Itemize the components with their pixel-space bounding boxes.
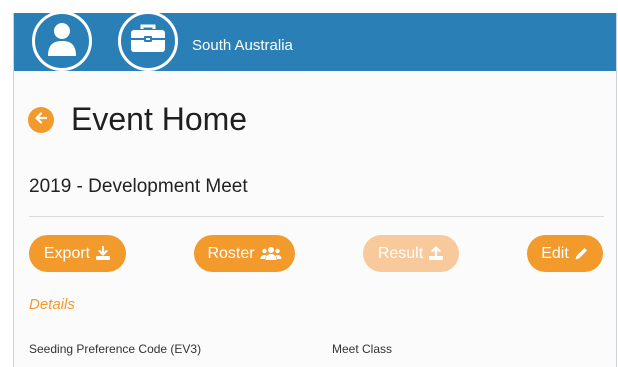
organisation-button[interactable]	[118, 13, 178, 71]
user-icon	[45, 20, 79, 63]
arrow-left-icon	[35, 111, 48, 129]
back-button[interactable]	[28, 106, 54, 133]
result-button[interactable]: Result	[363, 235, 459, 272]
edit-button[interactable]: Edit	[527, 235, 603, 272]
app-header: South Australia	[14, 13, 616, 71]
upload-icon	[428, 246, 444, 261]
divider	[29, 216, 604, 217]
user-profile-button[interactable]	[32, 13, 92, 71]
seeding-preference-label: Seeding Preference Code (EV3)	[29, 342, 202, 356]
users-icon	[260, 246, 282, 261]
event-name: 2019 - Development Meet	[29, 176, 248, 197]
page-title: Event Home	[71, 101, 248, 137]
meet-class-label: Meet Class	[332, 342, 393, 356]
organisation-name: South Australia	[192, 37, 293, 54]
details-heading: Details	[29, 296, 75, 313]
pencil-icon	[574, 246, 589, 261]
edit-button-label: Edit	[541, 244, 569, 262]
briefcase-icon	[129, 22, 167, 61]
page-title-row: Event Home	[28, 101, 247, 138]
export-button[interactable]: Export	[29, 235, 126, 272]
result-button-label: Result	[377, 244, 424, 262]
roster-button[interactable]: Roster	[194, 235, 295, 272]
download-icon	[95, 246, 111, 261]
roster-button-label: Roster	[207, 244, 255, 262]
export-button-label: Export	[43, 244, 91, 262]
app-frame: South Australia Event Home 2019 - Develo…	[13, 13, 617, 367]
